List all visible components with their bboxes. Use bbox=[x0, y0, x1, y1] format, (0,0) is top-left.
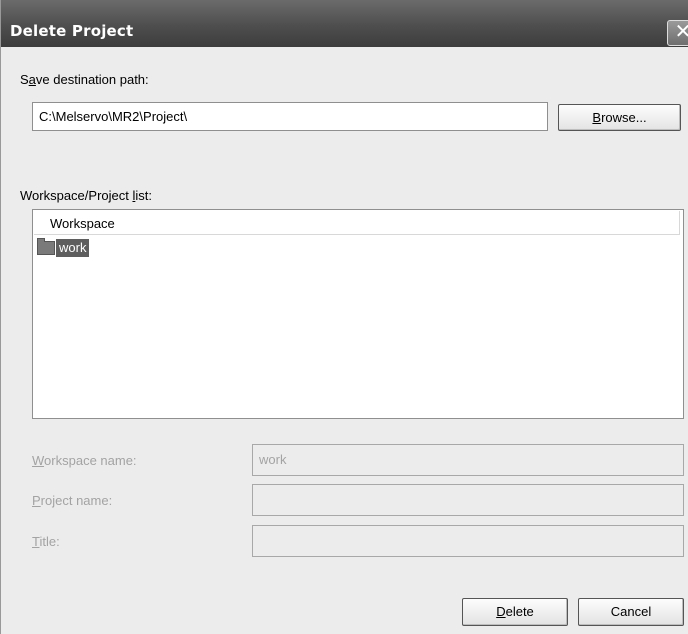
close-icon: ✕ bbox=[674, 21, 688, 43]
project-name-label: Project name: bbox=[32, 493, 113, 508]
column-header-workspace: Workspace bbox=[50, 216, 115, 231]
save-destination-label: Save destination path: bbox=[20, 72, 149, 87]
tree-item-label: work bbox=[56, 239, 90, 257]
cancel-button[interactable]: Cancel bbox=[578, 598, 684, 626]
browse-button[interactable]: Browse... bbox=[558, 104, 681, 131]
folder-icon bbox=[37, 238, 55, 255]
delete-button[interactable]: Delete bbox=[462, 598, 568, 626]
save-destination-input[interactable]: C:\Melservo\MR2\Project\ bbox=[32, 102, 548, 131]
project-name-field bbox=[252, 484, 684, 516]
title-field bbox=[252, 525, 684, 557]
delete-project-dialog: Delete Project ✕ Save destination path: … bbox=[0, 0, 688, 634]
title-label: Title: bbox=[32, 534, 60, 549]
title-bar[interactable]: Delete Project ✕ bbox=[1, 0, 688, 47]
close-button[interactable]: ✕ bbox=[667, 20, 688, 46]
workspace-name-label: Workspace name: bbox=[32, 453, 137, 468]
workspace-name-field: work bbox=[252, 444, 684, 476]
workspace-project-list[interactable]: Workspace work bbox=[32, 209, 684, 419]
list-column-header[interactable]: Workspace bbox=[34, 211, 680, 235]
workspace-project-list-label: Workspace/Project list: bbox=[20, 188, 152, 203]
dialog-title: Delete Project bbox=[10, 22, 134, 40]
